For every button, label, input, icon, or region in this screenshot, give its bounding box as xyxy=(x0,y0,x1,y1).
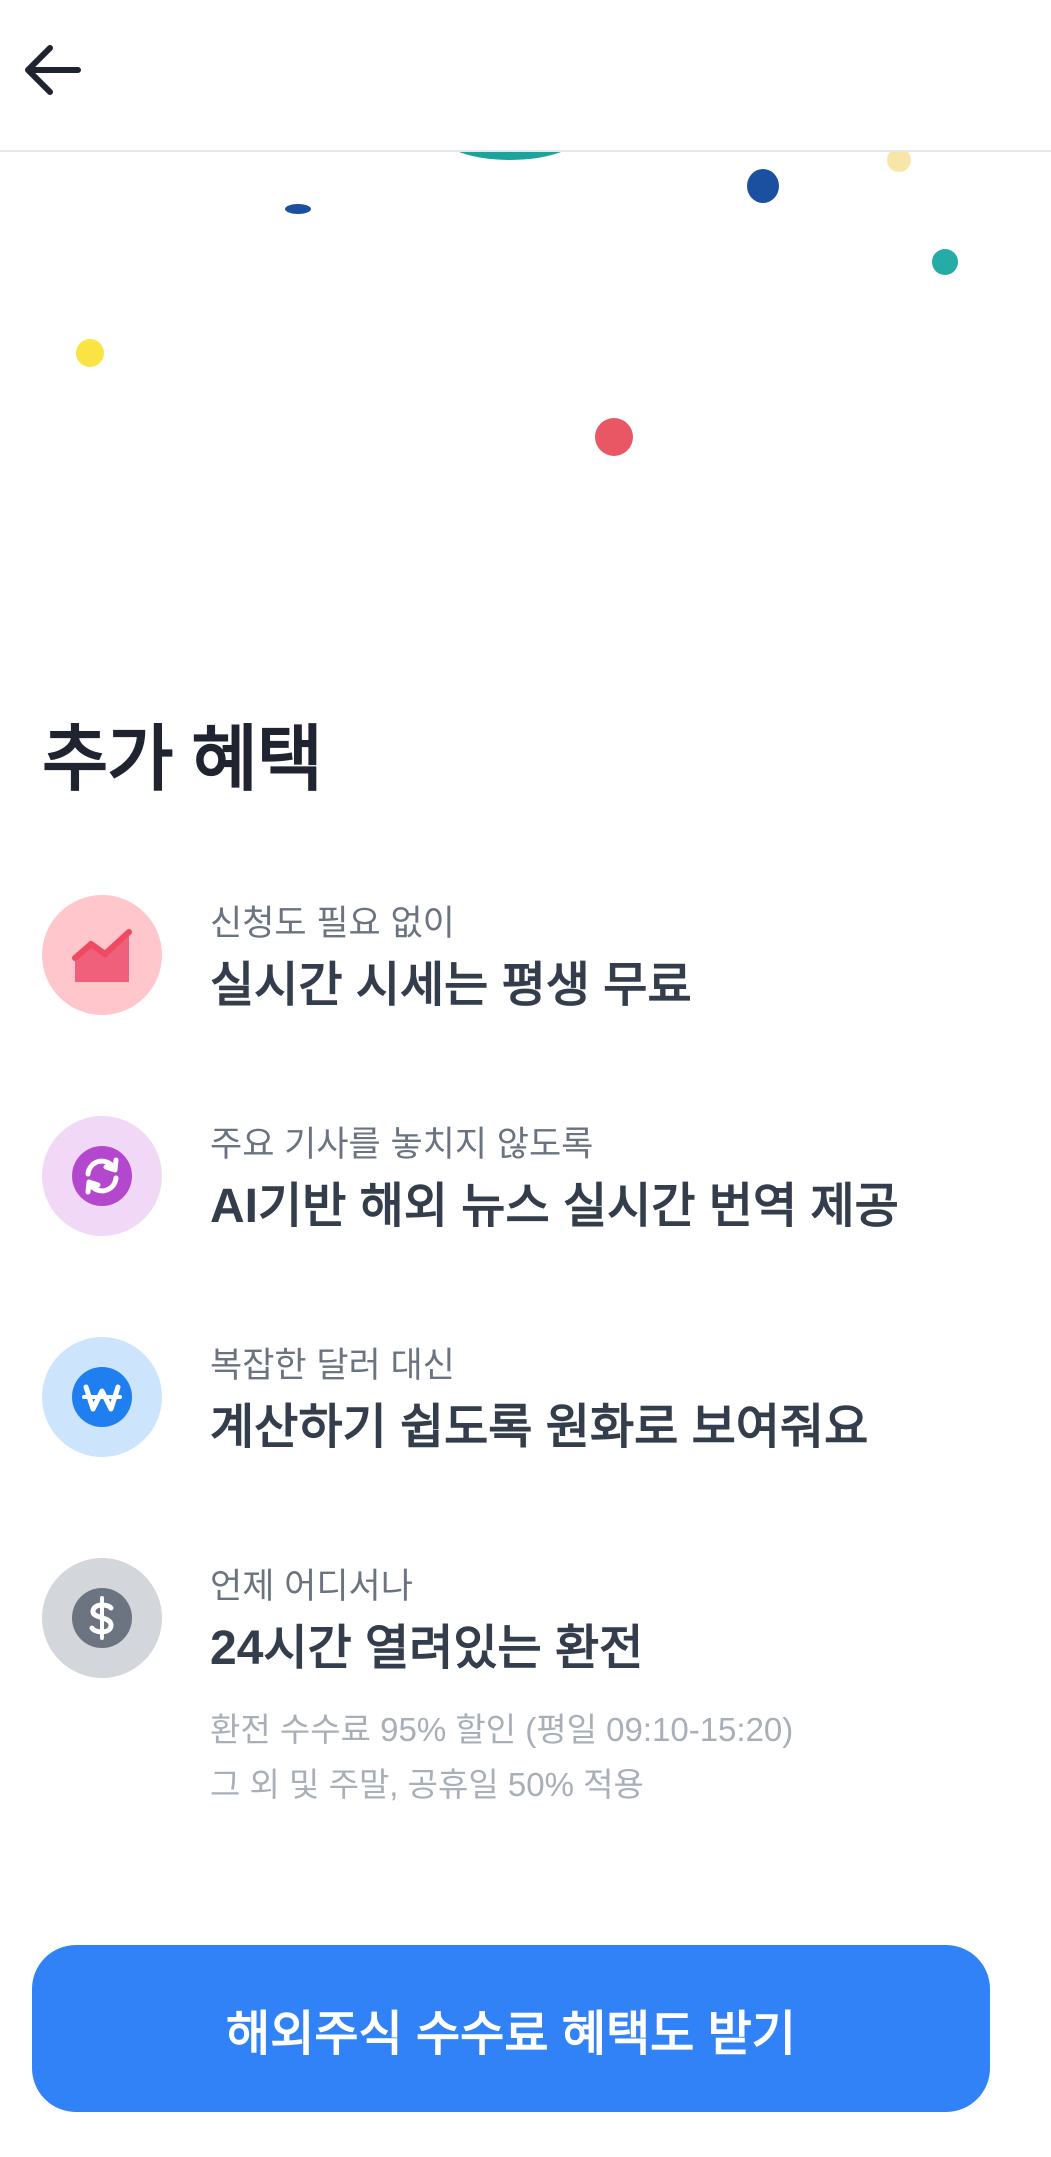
benefit-icon-container xyxy=(42,1116,162,1236)
confetti-red-dot xyxy=(595,418,633,456)
refresh-icon xyxy=(72,1146,132,1206)
benefit-note: 환전 수수료 95% 할인 (평일 09:10-15:20) xyxy=(210,1711,794,1748)
benefit-title: 계산하기 쉽도록 원화로 보여줘요 xyxy=(210,1401,869,1454)
confetti-teal-dot xyxy=(932,249,958,275)
benefit-icon-container xyxy=(42,1337,162,1457)
chart-icon xyxy=(72,929,132,982)
section-title: 추가 혜택 xyxy=(42,720,323,800)
benefit-item-news-translation: 주요 기사를 놓치지 않도록 AI기반 해외 뉴스 실시간 번역 제공 xyxy=(42,1116,1022,1246)
benefit-title: 24시간 열려있는 환전 xyxy=(210,1622,644,1675)
fee-benefit-cta-button[interactable]: 해외주식 수수료 혜택도 받기 xyxy=(32,1945,990,2112)
confetti-navy-dot xyxy=(747,169,779,203)
benefit-icon-container xyxy=(42,895,162,1015)
benefit-title: 실시간 시세는 평생 무료 xyxy=(210,959,692,1012)
benefit-note: 그 외 및 주말, 공휴일 50% 적용 xyxy=(210,1766,644,1803)
back-button[interactable] xyxy=(20,30,90,110)
confetti-yellow-dot xyxy=(76,339,104,367)
benefit-item-won-display: 복잡한 달러 대신 계산하기 쉽도록 원화로 보여줘요 xyxy=(42,1337,1022,1467)
benefit-item-currency-exchange: 언제 어디서나 24시간 열려있는 환전 환전 수수료 95% 할인 (평일 0… xyxy=(42,1558,1022,1808)
top-bar xyxy=(0,0,1051,152)
benefit-subtitle: 복잡한 달러 대신 xyxy=(210,1346,455,1385)
dollar-icon xyxy=(72,1588,132,1648)
benefit-title: AI기반 해외 뉴스 실시간 번역 제공 xyxy=(210,1180,899,1233)
confetti-navy-dash xyxy=(285,204,311,214)
benefit-subtitle: 신청도 필요 없이 xyxy=(210,904,455,943)
benefit-subtitle: 주요 기사를 놓치지 않도록 xyxy=(210,1125,594,1164)
benefit-item-realtime-quotes: 신청도 필요 없이 실시간 시세는 평생 무료 xyxy=(42,895,1022,1025)
won-icon xyxy=(72,1367,132,1427)
arrow-left-icon xyxy=(25,45,81,95)
benefit-subtitle: 언제 어디서나 xyxy=(210,1567,413,1606)
benefit-icon-container xyxy=(42,1558,162,1678)
